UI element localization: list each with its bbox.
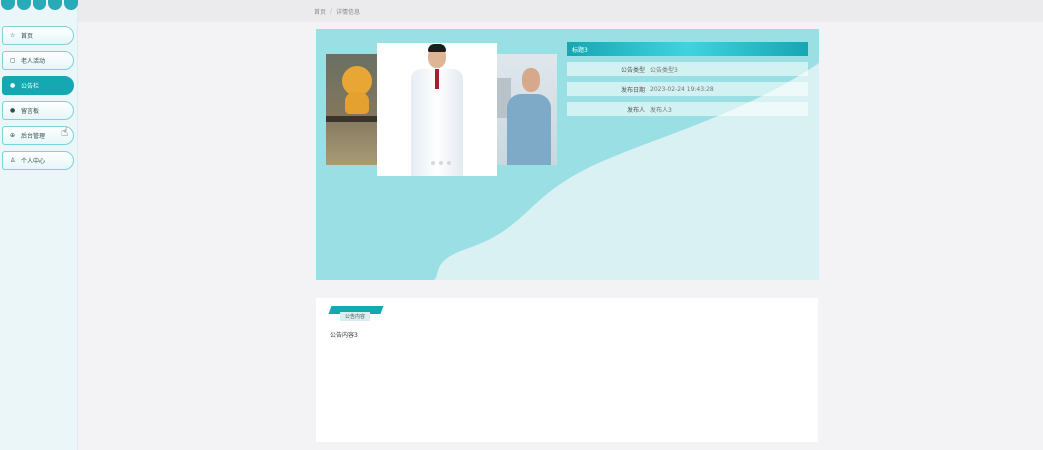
carousel-dot[interactable] (439, 161, 443, 165)
bullet-icon: ● (10, 81, 16, 89)
sidebar-scallop-border (0, 0, 78, 10)
sidebar-item-elder-activities[interactable]: ▢ 老人活动 (2, 51, 74, 70)
sidebar-item-label: 首页 (21, 33, 34, 40)
bullet-icon: ● (10, 106, 16, 114)
detail-row-publisher: 发布人 发布人3 (567, 102, 808, 116)
sidebar-item-label: 留言板 (21, 108, 40, 115)
content-section-label: 公告内容 (340, 312, 371, 321)
admin-icon: ⊕ (10, 131, 16, 139)
detail-info-panel: 标题3 公告类型 公告类型3 发布日期 2023-02-24 19:43:28 … (567, 42, 808, 116)
detail-hero: 标题3 公告类型 公告类型3 发布日期 2023-02-24 19:43:28 … (316, 29, 819, 280)
detail-row-value: 公告类型3 (650, 66, 678, 74)
detail-row-type: 公告类型 公告类型3 (567, 62, 808, 76)
sidebar-item-personal-center[interactable]: ♙ 个人中心 (2, 151, 74, 170)
detail-row-date: 发布日期 2023-02-24 19:43:28 (567, 82, 808, 96)
content-body-text: 公告内容3 (330, 332, 358, 339)
carousel-dots (431, 161, 451, 165)
carousel-image-left[interactable] (326, 54, 378, 165)
sidebar-menu: ☆ 首页 ▢ 老人活动 ● 公告栏 ● 留言板 ⊕ 后台管理 ♙ 个人中心 (0, 26, 78, 176)
carousel-dot[interactable] (447, 161, 451, 165)
sidebar-item-message-board[interactable]: ● 留言板 (2, 101, 74, 120)
breadcrumb-separator: / (330, 7, 333, 15)
calendar-icon: ▢ (10, 56, 16, 64)
detail-title: 标题3 (567, 42, 808, 56)
breadcrumb-home-link[interactable]: 首页 (314, 7, 326, 16)
detail-row-key: 公告类型 (620, 66, 645, 74)
breadcrumb-current: 详情信息 (336, 8, 361, 16)
hand-cursor-icon: ☝ (61, 125, 69, 139)
sidebar-item-label: 公告栏 (21, 83, 40, 90)
sidebar-item-home[interactable]: ☆ 首页 (2, 26, 74, 45)
detail-row-value: 2023-02-24 19:43:28 (650, 85, 714, 93)
user-icon: ♙ (10, 156, 16, 164)
sidebar: ☆ 首页 ▢ 老人活动 ● 公告栏 ● 留言板 ⊕ 后台管理 ♙ 个人中心 ☝ (0, 0, 78, 450)
detail-row-key: 发布人 (626, 106, 645, 114)
carousel-image-center[interactable] (377, 43, 497, 176)
sidebar-item-label: 个人中心 (21, 158, 46, 165)
sidebar-item-label: 老人活动 (21, 58, 46, 65)
detail-row-value: 发布人3 (650, 106, 672, 114)
breadcrumb: 首页 / 详情信息 (78, 0, 1043, 22)
content-section-tag: 公告内容 (328, 306, 384, 321)
sidebar-item-label: 后台管理 (21, 133, 46, 140)
carousel-image-right[interactable] (497, 54, 557, 165)
sidebar-item-notice-board[interactable]: ● 公告栏 (2, 76, 74, 95)
detail-row-key: 发布日期 (620, 86, 645, 94)
home-icon: ☆ (10, 31, 16, 39)
carousel-dot[interactable] (431, 161, 435, 165)
content-card: 公告内容 公告内容3 (316, 298, 818, 442)
